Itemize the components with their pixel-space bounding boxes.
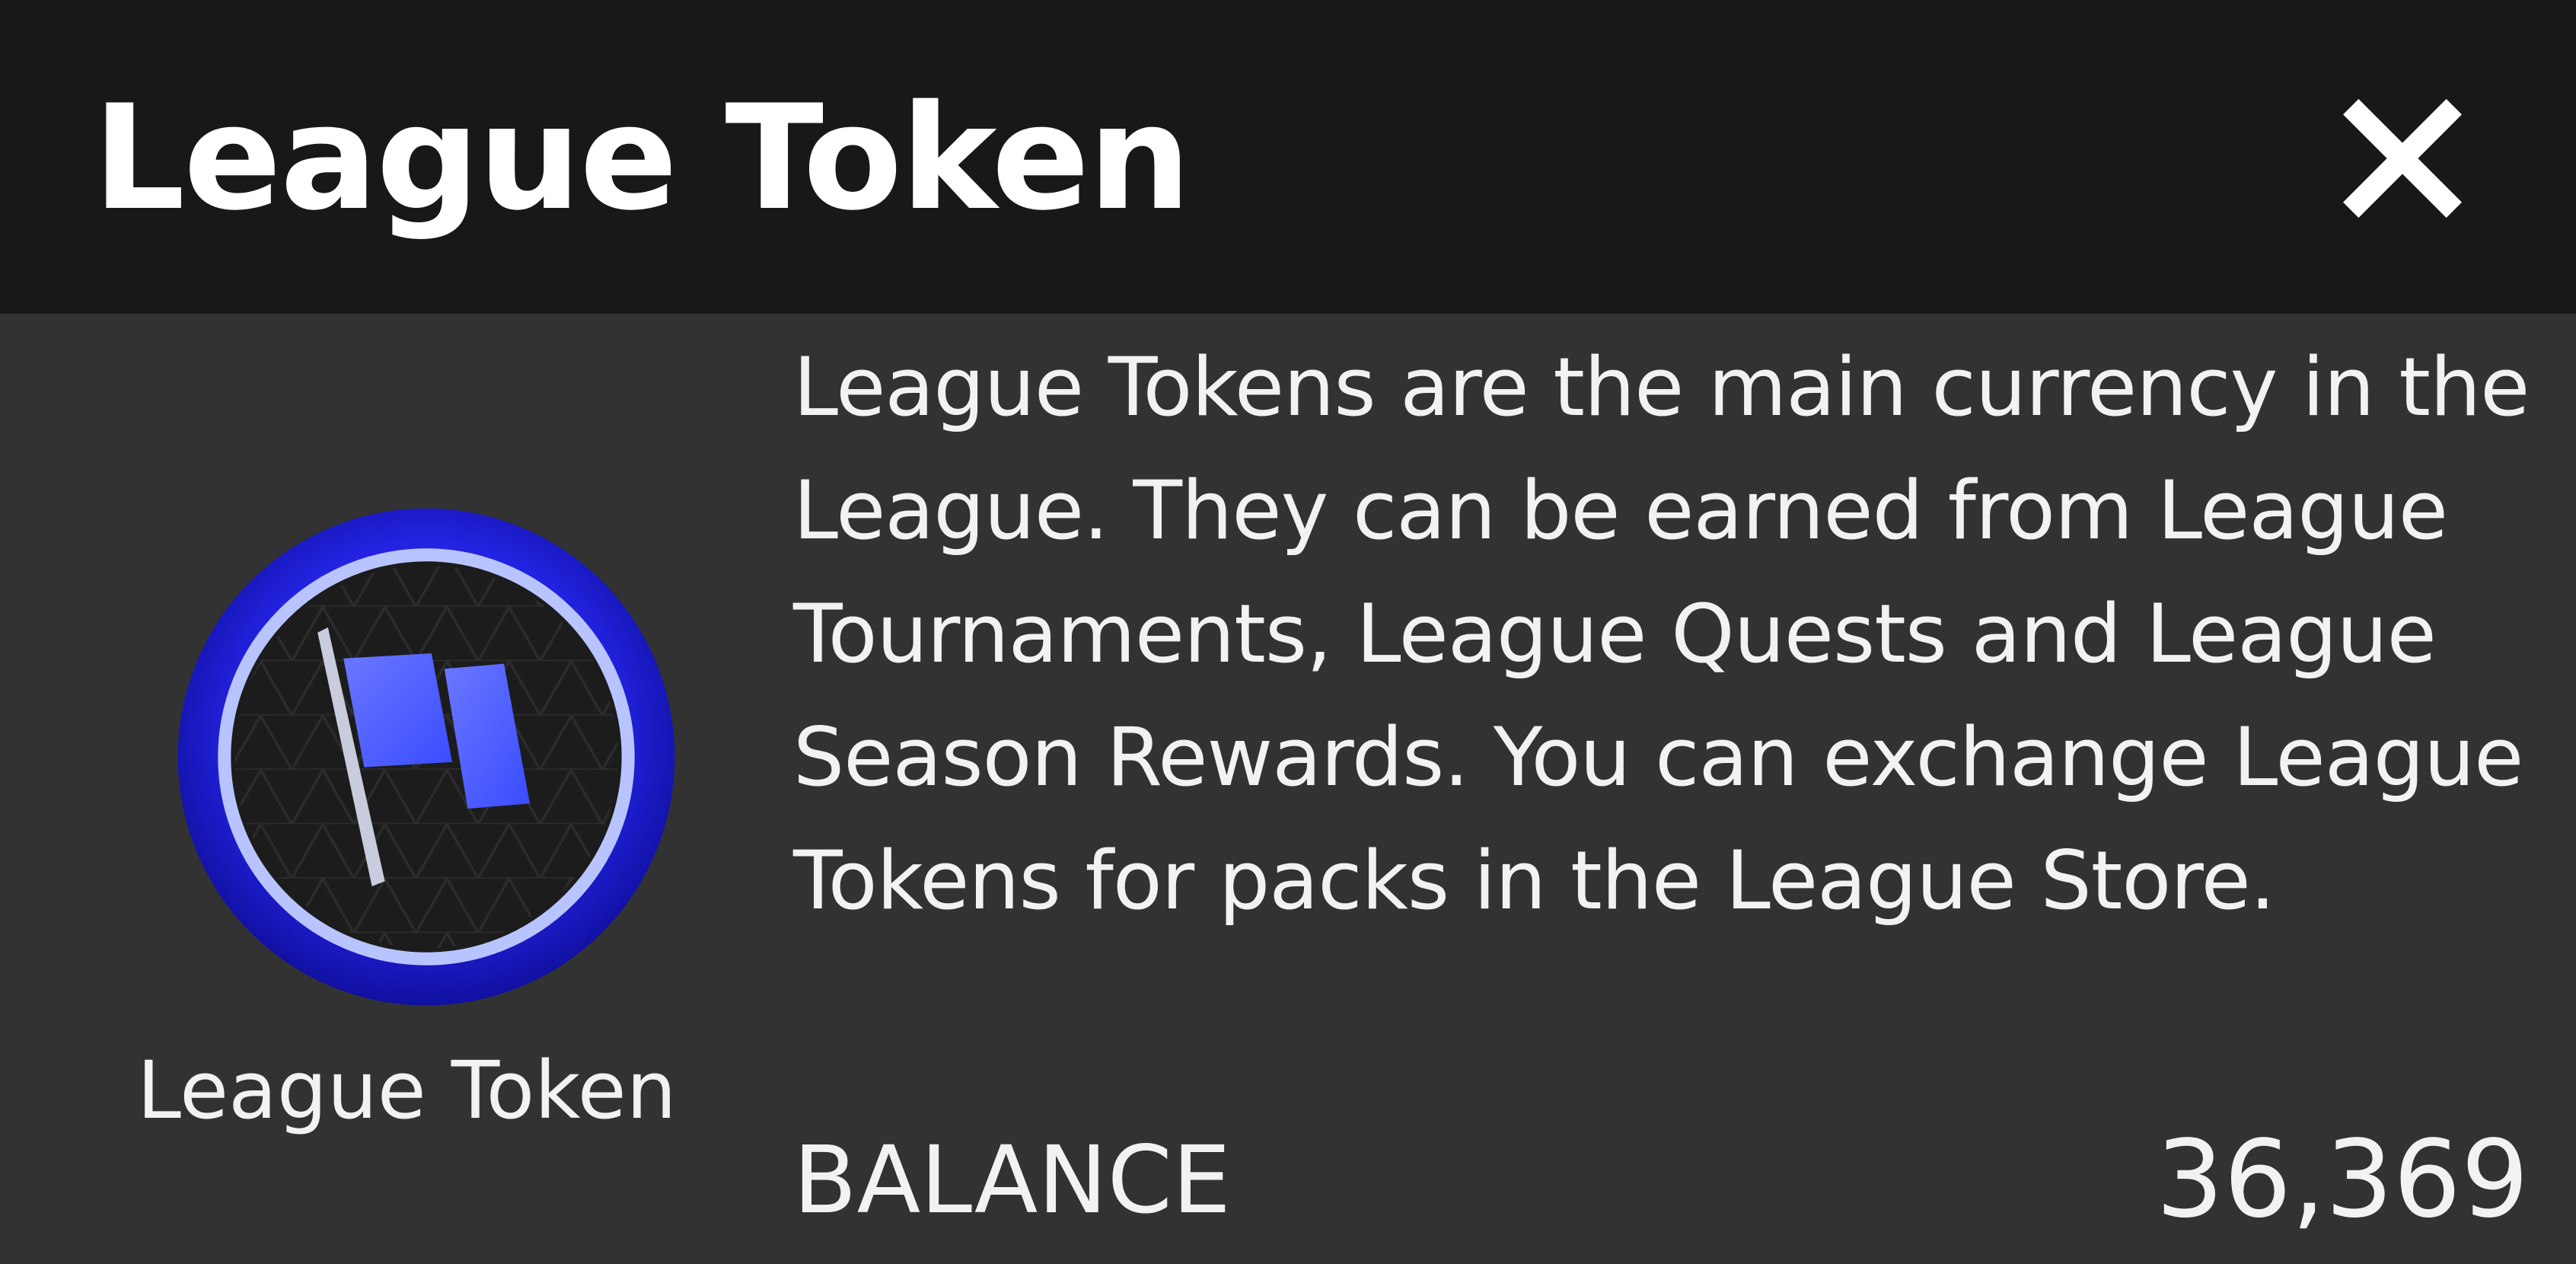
token-panel: League Token — [0, 314, 761, 1264]
token-description: League Tokens are the main currency in t… — [793, 340, 2530, 927]
token-label: League Token — [137, 1044, 677, 1137]
balance-label: BALANCE — [793, 1126, 1231, 1234]
league-token-flag-icon — [167, 498, 685, 1016]
balance-value: 36,369 — [2156, 1118, 2529, 1242]
close-button[interactable] — [2334, 90, 2471, 227]
balance-row: BALANCE 36,369 — [793, 1119, 2529, 1241]
close-icon — [2343, 99, 2462, 218]
dialog-title: League Token — [93, 74, 1191, 242]
league-token-dialog: League Token League Token League Tokens … — [0, 0, 2576, 1264]
dialog-header: League Token — [0, 0, 2576, 314]
